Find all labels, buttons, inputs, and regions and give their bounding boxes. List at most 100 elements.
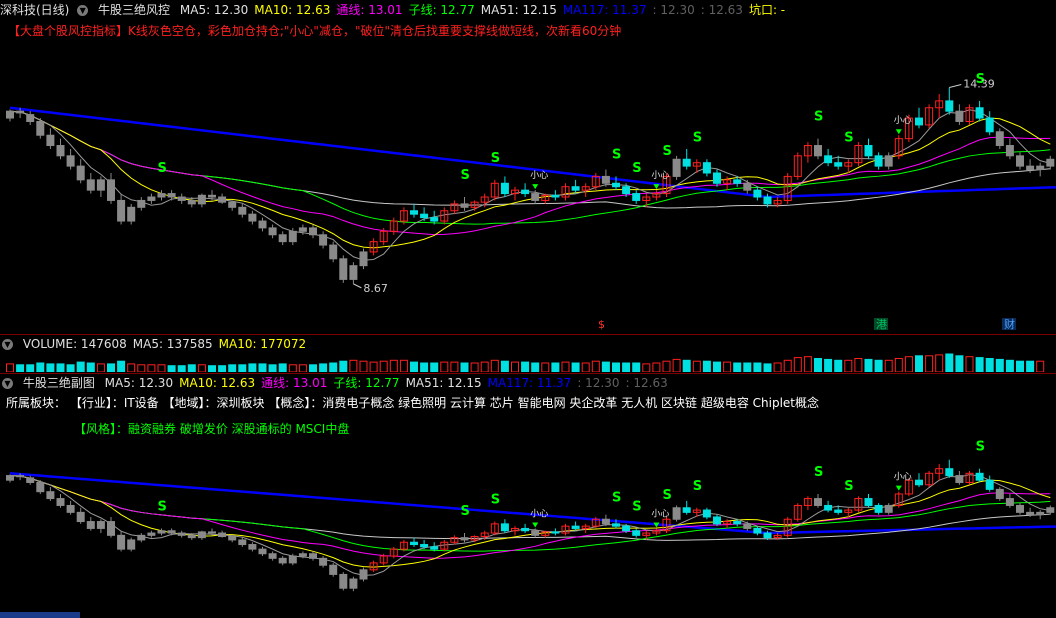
event-marker[interactable]: $ xyxy=(598,318,605,330)
volume-bar[interactable] xyxy=(753,362,762,372)
volume-bar[interactable] xyxy=(682,359,691,372)
candle-body[interactable] xyxy=(187,199,196,205)
volume-bar[interactable] xyxy=(86,362,95,372)
volume-bar[interactable] xyxy=(733,362,742,372)
volume-bar[interactable] xyxy=(117,360,126,372)
candle-body[interactable] xyxy=(420,544,429,548)
volume-bar[interactable] xyxy=(824,358,833,372)
chevron-down-icon[interactable]: ▼ xyxy=(2,378,13,389)
volume-bar[interactable] xyxy=(612,362,620,372)
candle-body[interactable] xyxy=(702,162,711,174)
volume-bar[interactable] xyxy=(228,364,237,372)
candle-body[interactable] xyxy=(197,194,206,205)
candle-body[interactable] xyxy=(6,110,14,119)
candle-body[interactable] xyxy=(622,186,631,195)
candle-body[interactable] xyxy=(702,509,711,518)
candle-body[interactable] xyxy=(16,475,25,478)
candle-body[interactable] xyxy=(238,539,247,546)
volume-bar[interactable] xyxy=(511,361,519,372)
volume-bar[interactable] xyxy=(430,362,439,372)
volume-bar[interactable] xyxy=(662,360,671,372)
candle-body[interactable] xyxy=(601,518,610,525)
candle-body[interactable] xyxy=(874,504,883,513)
volume-bar[interactable] xyxy=(278,363,287,372)
candle-body[interactable] xyxy=(137,199,146,208)
candle-body[interactable] xyxy=(258,220,267,229)
sub-indicator-name[interactable]: 牛股三绝副图 xyxy=(23,376,95,390)
candle-body[interactable] xyxy=(278,557,287,564)
candle-body[interactable] xyxy=(127,206,136,222)
candle-body[interactable] xyxy=(743,182,752,191)
volume-bar[interactable] xyxy=(238,364,247,372)
candle-body[interactable] xyxy=(76,165,85,181)
candle-body[interactable] xyxy=(571,525,580,529)
main-candlestick-chart[interactable]: S SS SSSSSSS小心 小心小心14.398.67$ 港财 xyxy=(0,30,1056,330)
volume-bar[interactable] xyxy=(713,361,721,372)
candle-body[interactable] xyxy=(864,145,873,157)
candle-body[interactable] xyxy=(500,182,509,195)
volume-bar[interactable] xyxy=(359,360,368,372)
chevron-down-icon[interactable]: ▼ xyxy=(2,339,13,350)
volume-bar[interactable] xyxy=(965,356,974,372)
candle-body[interactable] xyxy=(228,201,237,208)
volume-bar[interactable] xyxy=(349,359,358,372)
volume-bar[interactable] xyxy=(490,359,499,372)
candle-body[interactable] xyxy=(995,131,1004,147)
volume-chart[interactable] xyxy=(0,352,1056,372)
candle-body[interactable] xyxy=(359,251,368,267)
volume-bar[interactable] xyxy=(541,362,550,372)
candle-body[interactable] xyxy=(571,186,580,191)
volume-bar[interactable] xyxy=(298,364,307,372)
candle-body[interactable] xyxy=(460,203,469,208)
candle-body[interactable] xyxy=(218,196,227,203)
volume-bar[interactable] xyxy=(56,363,65,372)
candle-body[interactable] xyxy=(733,521,742,525)
volume-bar[interactable] xyxy=(480,361,489,372)
volume-bar[interactable] xyxy=(6,363,14,372)
volume-bar[interactable] xyxy=(783,359,792,372)
candle-body[interactable] xyxy=(420,213,429,219)
volume-bar[interactable] xyxy=(601,361,610,372)
volume-bar[interactable] xyxy=(894,358,903,373)
volume-bar[interactable] xyxy=(1005,359,1014,372)
candle-body[interactable] xyxy=(521,527,530,532)
candle-body[interactable] xyxy=(410,541,418,546)
candle-body[interactable] xyxy=(147,196,156,201)
candle-body[interactable] xyxy=(258,548,267,555)
candle-body[interactable] xyxy=(36,481,45,493)
volume-bar[interactable] xyxy=(915,355,923,372)
candle-body[interactable] xyxy=(551,531,560,534)
volume-bar[interactable] xyxy=(329,362,338,372)
volume-bar[interactable] xyxy=(1016,360,1024,372)
candle-body[interactable] xyxy=(763,196,772,205)
candle-body[interactable] xyxy=(127,539,136,550)
date-scrollbar[interactable] xyxy=(0,612,80,618)
candle-body[interactable] xyxy=(117,199,126,222)
volume-bar[interactable] xyxy=(591,360,600,372)
candle-body[interactable] xyxy=(228,535,237,541)
volume-bar[interactable] xyxy=(339,360,348,372)
candle-body[interactable] xyxy=(460,537,469,541)
candle-body[interactable] xyxy=(268,227,277,236)
candle-body[interactable] xyxy=(632,193,641,201)
candle-body[interactable] xyxy=(167,193,176,198)
volume-bar[interactable] xyxy=(218,365,227,372)
volume-bar[interactable] xyxy=(16,364,25,372)
candle-body[interactable] xyxy=(824,504,833,511)
volume-bar[interactable] xyxy=(814,358,822,373)
candle-body[interactable] xyxy=(945,100,954,112)
candle-body[interactable] xyxy=(1046,507,1055,513)
volume-bar[interactable] xyxy=(36,362,45,372)
volume-bar[interactable] xyxy=(107,363,115,372)
candle-body[interactable] xyxy=(46,134,55,147)
candle-body[interactable] xyxy=(733,179,742,184)
candle-body[interactable] xyxy=(753,527,762,534)
volume-bar[interactable] xyxy=(773,362,782,372)
volume-bar[interactable] xyxy=(652,362,661,372)
candle-body[interactable] xyxy=(218,532,227,537)
candle-body[interactable] xyxy=(713,516,721,525)
volume-bar[interactable] xyxy=(137,364,146,372)
candle-body[interactable] xyxy=(763,532,772,539)
candle-body[interactable] xyxy=(672,158,681,177)
candle-body[interactable] xyxy=(1036,165,1045,171)
